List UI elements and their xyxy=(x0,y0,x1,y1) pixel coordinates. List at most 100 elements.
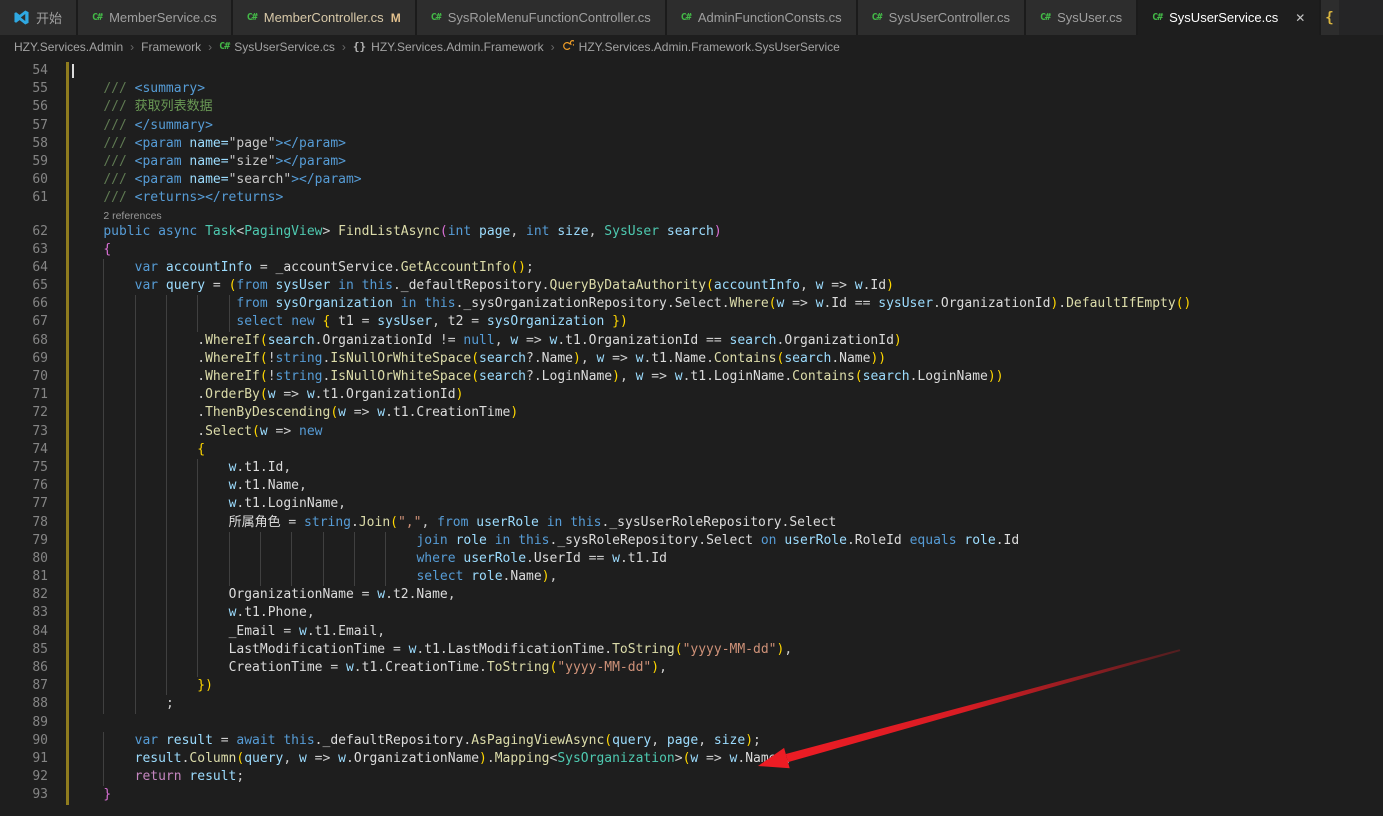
indent-guide xyxy=(385,550,393,568)
line-number: 93 xyxy=(0,786,48,804)
indent-guide xyxy=(166,441,174,459)
code-line-78[interactable]: 78 所属角色 = string.Join(",", from userRole… xyxy=(0,514,1383,532)
code-line-85[interactable]: 85 LastModificationTime = w.t1.LastModif… xyxy=(0,641,1383,659)
code-editor[interactable]: 5455 /// <summary>56 /// 获取列表数据57 /// </… xyxy=(0,58,1383,816)
code-line-57[interactable]: 57 /// </summary> xyxy=(0,117,1383,135)
indent-guide xyxy=(135,695,143,713)
code-line-79[interactable]: 79 join role in this._sysRoleRepository.… xyxy=(0,532,1383,550)
breadcrumb-item[interactable]: SysUserService.cs xyxy=(234,40,335,54)
code-line-80[interactable]: 80 where userRole.UserId == w.t1.Id xyxy=(0,550,1383,568)
code-line-72[interactable]: 72 .ThenByDescending(w => w.t1.CreationT… xyxy=(0,404,1383,422)
code-line-67[interactable]: 67 select new { t1 = sysUser, t2 = sysOr… xyxy=(0,313,1383,331)
code-line-86[interactable]: 86 CreationTime = w.t1.CreationTime.ToSt… xyxy=(0,659,1383,677)
code-text: return result; xyxy=(72,768,244,786)
indent-guide xyxy=(385,568,393,586)
line-number: 71 xyxy=(0,386,48,404)
line-number: 67 xyxy=(0,313,48,331)
code-line-63[interactable]: 63 { xyxy=(0,241,1383,259)
indent-guide xyxy=(166,550,174,568)
tab-SysUser.cs[interactable]: C#SysUser.cs xyxy=(1026,0,1138,35)
code-line-55[interactable]: 55 /// <summary> xyxy=(0,80,1383,98)
line-number: 69 xyxy=(0,350,48,368)
code-line-81[interactable]: 81 select role.Name), xyxy=(0,568,1383,586)
close-tab-icon[interactable]: ✕ xyxy=(1295,11,1305,25)
tab-MemberController.cs[interactable]: C#MemberController.csM xyxy=(233,0,417,35)
indent-guide xyxy=(166,641,174,659)
code-line-64[interactable]: 64 var accountInfo = _accountService.Get… xyxy=(0,259,1383,277)
indent-guide xyxy=(135,332,143,350)
namespace-icon: {} xyxy=(353,40,366,53)
code-line-62[interactable]: 62 public async Task<PagingView> FindLis… xyxy=(0,223,1383,241)
code-text: w.t1.Phone, xyxy=(72,604,315,622)
code-line-68[interactable]: 68 .WhereIf(search.OrganizationId != nul… xyxy=(0,332,1383,350)
code-line-61[interactable]: 61 /// <returns></returns> xyxy=(0,189,1383,207)
indent-guide xyxy=(166,659,174,677)
codelens-references[interactable]: 2 references xyxy=(0,208,1383,223)
code-line-65[interactable]: 65 var query = (from sysUser in this._de… xyxy=(0,277,1383,295)
line-number: 68 xyxy=(0,332,48,350)
indent-guide xyxy=(135,495,143,513)
code-line-82[interactable]: 82 OrganizationName = w.t2.Name, xyxy=(0,586,1383,604)
code-text: .WhereIf(search.OrganizationId != null, … xyxy=(72,332,902,350)
codelens-label[interactable]: 2 references xyxy=(103,210,161,222)
indent-guide xyxy=(103,732,111,750)
line-number: 82 xyxy=(0,586,48,604)
line-number: 81 xyxy=(0,568,48,586)
breadcrumb-item[interactable]: HZY.Services.Admin.Framework.SysUserServ… xyxy=(579,40,840,54)
code-line-56[interactable]: 56 /// 获取列表数据 xyxy=(0,98,1383,116)
tab-开始[interactable]: 开始 xyxy=(0,0,78,35)
code-line-84[interactable]: 84 _Email = w.t1.Email, xyxy=(0,623,1383,641)
code-text: join role in this._sysRoleRepository.Sel… xyxy=(72,532,1019,550)
code-line-54[interactable]: 54 xyxy=(0,62,1383,80)
code-line-90[interactable]: 90 var result = await this._defaultRepos… xyxy=(0,732,1383,750)
code-line-60[interactable]: 60 /// <param name="search"></param> xyxy=(0,171,1383,189)
code-line-91[interactable]: 91 result.Column(query, w => w.Organizat… xyxy=(0,750,1383,768)
tab-partial[interactable]: { xyxy=(1321,0,1339,35)
breadcrumb-item[interactable]: HZY.Services.Admin.Framework xyxy=(371,40,544,54)
code-line-74[interactable]: 74 { xyxy=(0,441,1383,459)
code-line-58[interactable]: 58 /// <param name="page"></param> xyxy=(0,135,1383,153)
code-line-69[interactable]: 69 .WhereIf(!string.IsNullOrWhiteSpace(s… xyxy=(0,350,1383,368)
indent-guide xyxy=(103,386,111,404)
code-text: var query = (from sysUser in this._defau… xyxy=(72,277,894,295)
indent-guide xyxy=(354,532,362,550)
tab-AdminFunctionConsts.cs[interactable]: C#AdminFunctionConsts.cs xyxy=(667,0,858,35)
code-line-87[interactable]: 87 }) xyxy=(0,677,1383,695)
code-text: .Select(w => new xyxy=(72,423,323,441)
tab-SysRoleMenuFunctionController.cs[interactable]: C#SysRoleMenuFunctionController.cs xyxy=(417,0,667,35)
breadcrumb[interactable]: HZY.Services.Admin›Framework›C#SysUserSe… xyxy=(0,35,1383,58)
code-line-89[interactable]: 89 xyxy=(0,714,1383,732)
code-line-93[interactable]: 93 } xyxy=(0,786,1383,804)
code-line-77[interactable]: 77 w.t1.LoginName, xyxy=(0,495,1383,513)
indent-guide xyxy=(166,495,174,513)
vscode-logo-icon xyxy=(14,10,29,26)
code-line-75[interactable]: 75 w.t1.Id, xyxy=(0,459,1383,477)
git-modified-badge: M xyxy=(391,11,401,25)
code-line-76[interactable]: 76 w.t1.Name, xyxy=(0,477,1383,495)
line-number: 87 xyxy=(0,677,48,695)
indent-guide xyxy=(103,423,111,441)
indent-guide xyxy=(354,568,362,586)
code-line-73[interactable]: 73 .Select(w => new xyxy=(0,423,1383,441)
indent-guide xyxy=(103,495,111,513)
code-line-59[interactable]: 59 /// <param name="size"></param> xyxy=(0,153,1383,171)
code-line-83[interactable]: 83 w.t1.Phone, xyxy=(0,604,1383,622)
code-line-70[interactable]: 70 .WhereIf(!string.IsNullOrWhiteSpace(s… xyxy=(0,368,1383,386)
indent-guide xyxy=(166,477,174,495)
tab-SysUserService.cs[interactable]: C#SysUserService.cs✕ xyxy=(1138,0,1321,35)
indent-guide xyxy=(166,568,174,586)
indent-guide xyxy=(166,586,174,604)
indent-guide xyxy=(103,568,111,586)
code-line-71[interactable]: 71 .OrderBy(w => w.t1.OrganizationId) xyxy=(0,386,1383,404)
tab-SysUserController.cs[interactable]: C#SysUserController.cs xyxy=(858,0,1026,35)
code-line-88[interactable]: 88 ; xyxy=(0,695,1383,713)
csharp-file-icon: C# xyxy=(681,12,691,23)
code-line-66[interactable]: 66 from sysOrganization in this._sysOrga… xyxy=(0,295,1383,313)
line-number: 86 xyxy=(0,659,48,677)
tab-MemberService.cs[interactable]: C#MemberService.cs xyxy=(78,0,233,35)
indent-guide xyxy=(166,532,174,550)
indent-guide xyxy=(103,604,111,622)
breadcrumb-item[interactable]: HZY.Services.Admin xyxy=(14,40,123,54)
code-line-92[interactable]: 92 return result; xyxy=(0,768,1383,786)
breadcrumb-item[interactable]: Framework xyxy=(141,40,201,54)
